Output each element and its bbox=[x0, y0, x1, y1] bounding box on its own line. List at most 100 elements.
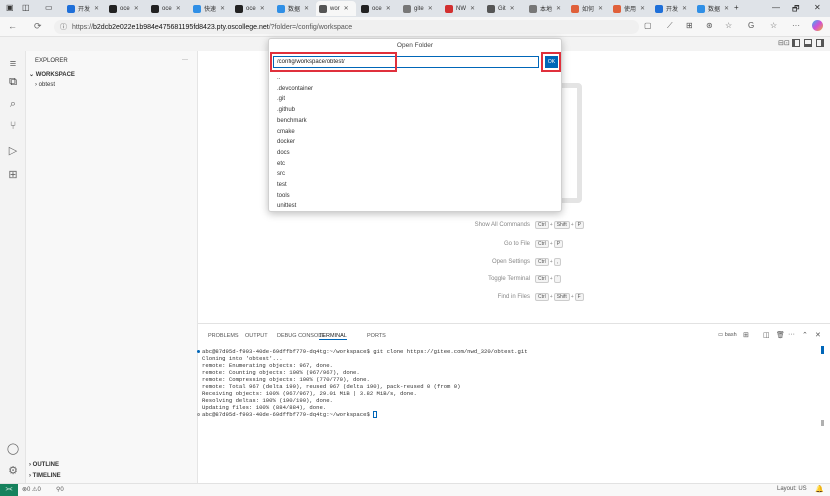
run-debug-icon[interactable]: ▷ bbox=[6, 143, 20, 157]
close-window-button[interactable]: ✕ bbox=[814, 3, 821, 12]
timeline-section-header[interactable]: › TIMELINE bbox=[29, 473, 61, 479]
browser-tab[interactable]: 数据 ✕ bbox=[274, 1, 314, 16]
browser-tab[interactable]: 数据 ✕ bbox=[694, 1, 734, 16]
browser-essentials-icon[interactable]: ⊛ bbox=[706, 21, 713, 30]
tab-close-icon[interactable]: ✕ bbox=[428, 5, 433, 12]
maximize-panel-icon[interactable]: ⌃ bbox=[802, 331, 808, 339]
customize-layout-icon[interactable]: ⊟⊡ bbox=[778, 39, 790, 47]
panel-tab[interactable]: PORTS bbox=[367, 333, 386, 339]
settings-more-icon[interactable]: ··· bbox=[792, 21, 800, 30]
folder-list-item[interactable]: docker bbox=[277, 139, 295, 145]
panel-tab[interactable]: PROBLEMS bbox=[208, 333, 239, 339]
kill-terminal-icon[interactable]: 🗑 bbox=[776, 331, 785, 339]
toggle-sidebar-icon[interactable] bbox=[792, 39, 800, 47]
browser-tab[interactable]: oce ✕ bbox=[358, 1, 398, 16]
copilot-icon[interactable]: G bbox=[748, 21, 754, 30]
favorites-list-icon[interactable]: ☆ bbox=[770, 21, 777, 30]
folder-list-item[interactable]: unittest bbox=[277, 203, 296, 209]
browser-tab[interactable]: oce ✕ bbox=[148, 1, 188, 16]
tab-close-icon[interactable]: ✕ bbox=[94, 5, 99, 12]
extension-icon[interactable]: ⊞ bbox=[686, 21, 693, 30]
terminal-scrollbar[interactable] bbox=[821, 346, 824, 354]
tab-close-icon[interactable]: ✕ bbox=[344, 5, 349, 12]
panel-more-icon[interactable]: ··· bbox=[788, 331, 795, 338]
problems-status[interactable]: ⊗0 ⚠0 bbox=[22, 486, 41, 493]
back-icon[interactable]: ← bbox=[8, 21, 17, 31]
read-aloud-icon[interactable]: ⟋ bbox=[667, 21, 673, 31]
account-icon[interactable]: ◯ bbox=[6, 441, 20, 455]
tab-actions-icon[interactable]: ◫ bbox=[22, 3, 30, 12]
keyboard-layout[interactable]: Layout: US bbox=[777, 486, 807, 492]
notifications-bell-icon[interactable]: 🔔 bbox=[815, 485, 824, 493]
browser-tab[interactable]: 开发 ✕ bbox=[64, 1, 104, 16]
browser-tab[interactable]: oce ✕ bbox=[106, 1, 146, 16]
search-icon[interactable]: ⌕ bbox=[6, 97, 20, 111]
workspace-section-header[interactable]: ⌄ WORKSPACE bbox=[29, 71, 75, 78]
toggle-panel-icon[interactable] bbox=[804, 39, 812, 47]
browser-tab[interactable]: NW ✕ bbox=[442, 1, 482, 16]
split-screen-icon[interactable]: ▢ bbox=[644, 21, 652, 30]
toggle-secondary-sidebar-icon[interactable] bbox=[816, 39, 824, 47]
tab-close-icon[interactable]: ✕ bbox=[260, 5, 265, 12]
folder-list-item[interactable]: benchmark bbox=[277, 118, 307, 124]
browser-profile-icon[interactable]: ▣ bbox=[6, 3, 14, 12]
minimize-button[interactable]: — bbox=[772, 3, 780, 12]
folder-list-item[interactable]: docs bbox=[277, 150, 290, 156]
tab-close-icon[interactable]: ✕ bbox=[598, 5, 603, 12]
new-terminal-icon[interactable]: ⊞ bbox=[743, 331, 749, 339]
panel-tab[interactable]: TERMINAL bbox=[319, 333, 347, 340]
folder-list-item[interactable]: .devcontainer bbox=[277, 86, 313, 92]
terminal-scrollbar-thumb[interactable] bbox=[821, 420, 824, 426]
tab-close-icon[interactable]: ✕ bbox=[134, 5, 139, 12]
folder-list-item[interactable]: src bbox=[277, 171, 285, 177]
folder-list-item[interactable]: etc bbox=[277, 161, 285, 167]
split-terminal-icon[interactable]: ◫ bbox=[763, 331, 770, 339]
tab-close-icon[interactable]: ✕ bbox=[386, 5, 391, 12]
url-field[interactable]: ⓘ https://b2dcb2e022e1b984e475681195fd84… bbox=[54, 20, 639, 34]
folder-list-item[interactable]: .github bbox=[277, 107, 295, 113]
menu-icon[interactable]: ≡ bbox=[6, 57, 20, 71]
browser-tab[interactable]: gite ✕ bbox=[400, 1, 440, 16]
tab-close-icon[interactable]: ✕ bbox=[724, 5, 729, 12]
terminal-bash-icon[interactable]: ▭ bash bbox=[718, 332, 737, 338]
tab-close-icon[interactable]: ✕ bbox=[304, 5, 309, 12]
tab-close-icon[interactable]: ✕ bbox=[176, 5, 181, 12]
terminal-output[interactable]: abc@87d95d-f903-40de-69dffbf779-dq4tg:~/… bbox=[197, 348, 812, 419]
new-tab-button[interactable]: + bbox=[734, 3, 739, 12]
command-pending-dot-icon[interactable] bbox=[197, 413, 200, 416]
folder-list-item[interactable]: cmake bbox=[277, 129, 295, 135]
refresh-icon[interactable]: ⟳ bbox=[34, 21, 42, 32]
manage-gear-icon[interactable]: ⚙ bbox=[6, 463, 20, 477]
browser-tab[interactable]: 本地 ✕ bbox=[526, 1, 566, 16]
browser-tab[interactable]: 如何 ✕ bbox=[568, 1, 608, 16]
browser-tab[interactable]: oce ✕ bbox=[232, 1, 272, 16]
tab-close-icon[interactable]: ✕ bbox=[640, 5, 645, 12]
remote-indicator[interactable]: >< bbox=[0, 484, 18, 496]
panel-tab[interactable]: OUTPUT bbox=[245, 333, 268, 339]
explorer-more-button[interactable]: ··· bbox=[182, 57, 188, 63]
browser-tab[interactable]: 快速 ✕ bbox=[190, 1, 230, 16]
ports-status[interactable]: ⚲0 bbox=[56, 486, 64, 493]
browser-tab[interactable]: wor ✕ bbox=[316, 1, 356, 16]
panel-tab[interactable]: DEBUG CONSOLE bbox=[277, 333, 325, 339]
tab-close-icon[interactable]: ✕ bbox=[556, 5, 561, 12]
browser-tab[interactable]: Git ✕ bbox=[484, 1, 524, 16]
browser-tab[interactable]: 开发 ✕ bbox=[652, 1, 692, 16]
folder-list-item[interactable]: test bbox=[277, 182, 287, 188]
tab-close-icon[interactable]: ✕ bbox=[220, 5, 225, 12]
folder-list-item[interactable]: .git bbox=[277, 96, 285, 102]
favorite-icon[interactable]: ☆ bbox=[725, 21, 732, 30]
edge-copilot-icon[interactable] bbox=[812, 20, 823, 31]
folder-list-item[interactable]: tools bbox=[277, 193, 290, 199]
workspaces-icon[interactable]: ▭ bbox=[45, 3, 53, 12]
extensions-icon[interactable]: ⊞ bbox=[6, 167, 20, 181]
source-control-icon[interactable]: ⑂ bbox=[6, 119, 20, 133]
tab-close-icon[interactable]: ✕ bbox=[682, 5, 687, 12]
maximize-button[interactable]: 🗗 bbox=[792, 3, 800, 17]
tab-close-icon[interactable]: ✕ bbox=[510, 5, 515, 12]
site-info-icon[interactable]: ⓘ bbox=[60, 22, 67, 32]
tree-item-obtest[interactable]: › obtest bbox=[35, 82, 55, 88]
folder-list-item[interactable]: .. bbox=[277, 75, 280, 81]
explorer-icon[interactable]: ⧉ bbox=[6, 75, 20, 89]
tab-close-icon[interactable]: ✕ bbox=[470, 5, 475, 12]
